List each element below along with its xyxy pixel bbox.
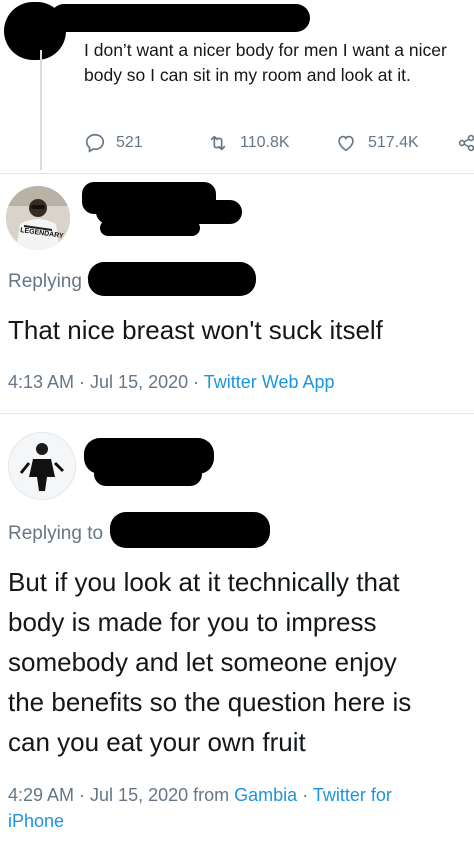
like-count: 517.4K [368,134,419,151]
replying-to-label: Replying to [8,523,104,544]
date[interactable]: Jul 15, 2020 [90,785,188,805]
date[interactable]: Jul 15, 2020 [90,372,188,392]
reply-text-line: can you eat your own fruit [8,727,306,757]
redacted-handle [100,220,200,236]
timestamp[interactable]: 4:29 AM [8,785,74,805]
client-link-continued[interactable]: iPhone [8,811,64,831]
share-button[interactable] [458,132,474,154]
reply-text-line: body is made for you to impress [8,607,377,637]
reply-text: That nice breast won't suck itself [8,315,383,345]
location-link[interactable]: Gambia [234,785,297,805]
client-link[interactable]: Twitter for [313,785,392,805]
tweet-text: I don’t want a nicer body for men I want… [84,40,447,85]
timestamp[interactable]: 4:13 AM [8,372,74,392]
reply-meta: 4:13 AM · Jul 15, 2020 · Twitter Web App [8,372,335,392]
redacted-mention [110,512,270,548]
retweet-icon [210,135,226,151]
reply-text-line: But if you look at it technically that [8,567,400,597]
avatar-photo [6,186,70,250]
avatar-photo [9,433,75,499]
avatar[interactable] [8,432,76,500]
redacted-mention [88,262,256,296]
reply-meta: 4:29 AM · Jul 15, 2020 from Gambia · Twi… [8,785,392,831]
avatar[interactable]: LEGENDARY [6,186,70,250]
retweet-button[interactable]: 110.8K [206,132,290,154]
retweet-count: 110.8K [240,134,290,151]
tweet-actions: 521 110.8K 517.4K [0,132,474,158]
reply-text-line: the benefits so the question here is [8,687,412,717]
like-icon [338,135,354,152]
redacted-handle [94,462,202,486]
divider [0,173,474,174]
share-icon [458,134,474,152]
replying-to-label: Replying t [8,271,93,292]
reply-button[interactable]: 521 [84,132,143,154]
reply-text-line: somebody and let someone enjoy [8,647,397,677]
redacted-name [50,4,310,32]
reply-icon [85,133,105,153]
client-link[interactable]: Twitter Web App [204,372,335,392]
reply-count: 521 [116,134,143,151]
from-label: from [193,785,230,805]
like-button[interactable]: 517.4K [334,132,419,154]
divider [0,413,474,414]
